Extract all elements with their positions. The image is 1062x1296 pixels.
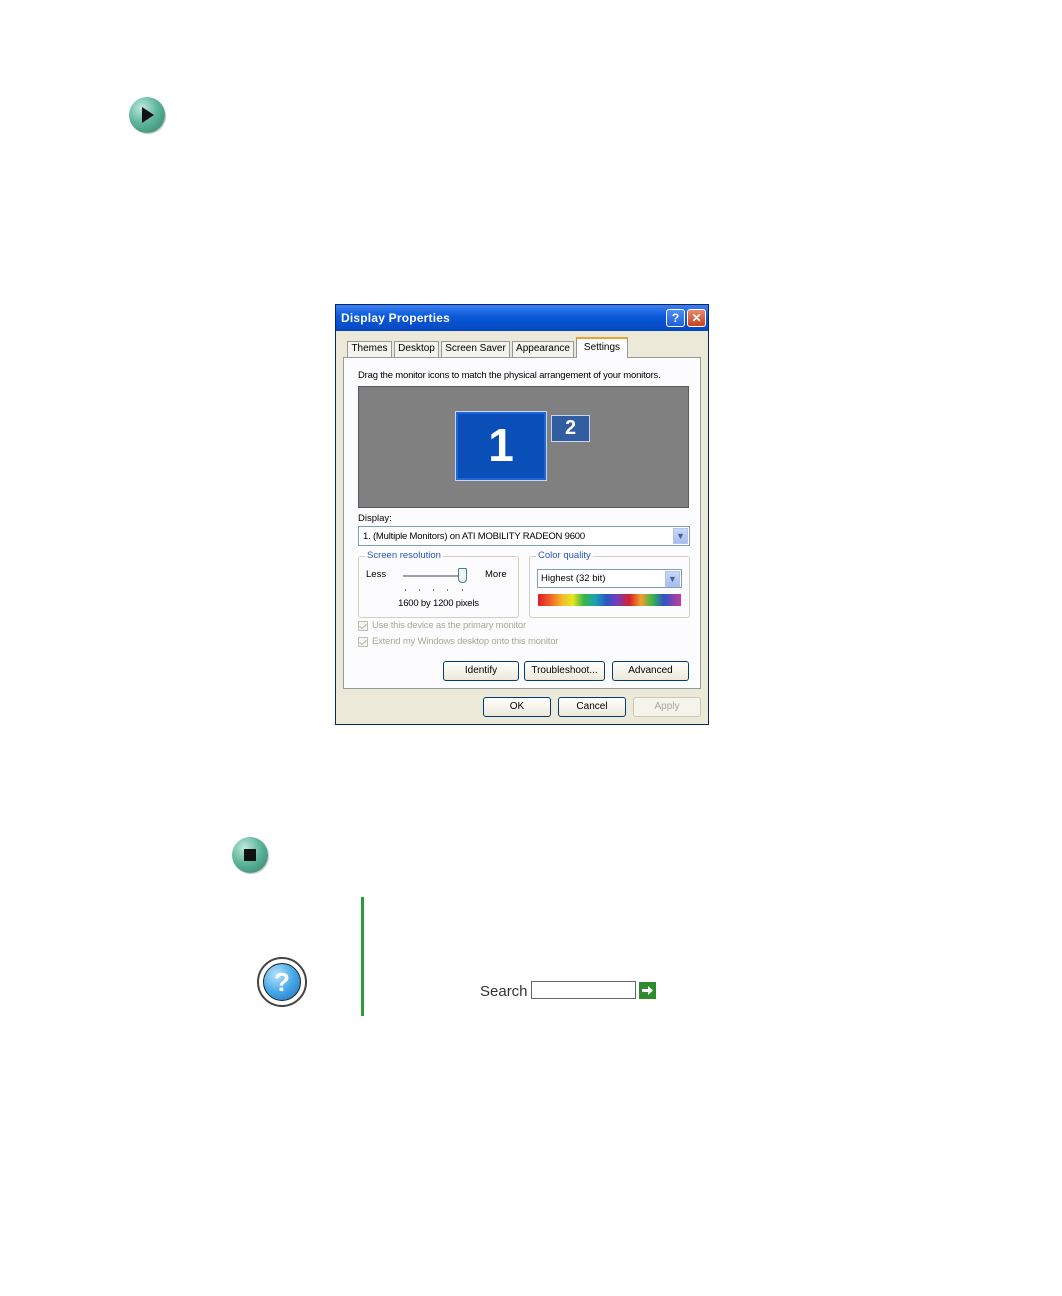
more-label: More	[485, 569, 507, 580]
tab-settings[interactable]: Settings	[576, 337, 628, 358]
display-select-value: 1. (Multiple Monitors) on ATI MOBILITY R…	[363, 531, 585, 542]
ok-button[interactable]: OK	[483, 697, 551, 717]
help-divider	[361, 897, 364, 1016]
dropdown-arrow-icon[interactable]: ▼	[665, 571, 680, 587]
slider-tick	[433, 589, 434, 591]
color-spectrum-bar	[538, 594, 681, 606]
checkbox-label: Use this device as the primary monitor	[372, 620, 526, 631]
go-arrow-icon[interactable]	[639, 982, 656, 999]
monitor-arrangement-area: 1 2	[358, 386, 689, 508]
tab-desktop[interactable]: Desktop	[394, 341, 439, 357]
resolution-slider-thumb[interactable]	[458, 568, 467, 583]
screen-resolution-group: Screen resolution Less More 1600 by 1200…	[358, 550, 519, 618]
settings-panel: Drag the monitor icons to match the phys…	[343, 357, 701, 689]
color-quality-group: Color quality Highest (32 bit) ▼	[529, 550, 690, 618]
resolution-slider-track[interactable]	[403, 575, 465, 578]
slider-tick	[462, 589, 463, 591]
slider-tick	[405, 589, 406, 591]
checkbox-box[interactable]	[358, 637, 368, 647]
slider-tick	[419, 589, 420, 591]
checkbox-label: Extend my Windows desktop onto this moni…	[372, 636, 559, 647]
help-icon: ?	[257, 957, 307, 1007]
resolution-value: 1600 by 1200 pixels	[398, 598, 479, 609]
identify-button[interactable]: Identify	[443, 661, 519, 681]
tab-screen-saver[interactable]: Screen Saver	[441, 341, 510, 357]
dialog-title: Display Properties	[341, 311, 450, 325]
next-arrow-icon	[129, 97, 165, 133]
close-button[interactable]: ✕	[687, 309, 706, 327]
screen-resolution-legend: Screen resolution	[365, 550, 443, 561]
color-quality-legend: Color quality	[536, 550, 593, 561]
tab-appearance[interactable]: Appearance	[512, 341, 574, 357]
slider-tick	[447, 589, 448, 591]
checkbox-box[interactable]	[358, 621, 368, 631]
advanced-button[interactable]: Advanced	[612, 661, 689, 681]
apply-button[interactable]: Apply	[633, 697, 701, 717]
display-label: Display:	[358, 513, 392, 524]
monitor-2-icon[interactable]: 2	[551, 415, 590, 442]
search-input[interactable]	[531, 981, 636, 999]
display-select[interactable]: 1. (Multiple Monitors) on ATI MOBILITY R…	[358, 526, 690, 546]
dropdown-arrow-icon[interactable]: ▼	[673, 528, 688, 544]
stop-icon	[232, 837, 268, 873]
troubleshoot-button[interactable]: Troubleshoot...	[524, 661, 605, 681]
title-bar[interactable]: Display Properties ? ✕	[336, 305, 708, 331]
color-quality-value: Highest (32 bit)	[541, 573, 606, 584]
color-quality-select[interactable]: Highest (32 bit) ▼	[537, 569, 682, 588]
cancel-button[interactable]: Cancel	[558, 697, 626, 717]
help-button[interactable]: ?	[666, 309, 685, 327]
less-label: Less	[366, 569, 387, 580]
tab-themes[interactable]: Themes	[347, 341, 392, 357]
instruction-text: Drag the monitor icons to match the phys…	[358, 370, 661, 381]
search-label: Search	[480, 983, 528, 1000]
display-properties-dialog: Display Properties ? ✕ Themes Desktop Sc…	[335, 304, 709, 725]
monitor-1-icon[interactable]: 1	[455, 411, 547, 481]
